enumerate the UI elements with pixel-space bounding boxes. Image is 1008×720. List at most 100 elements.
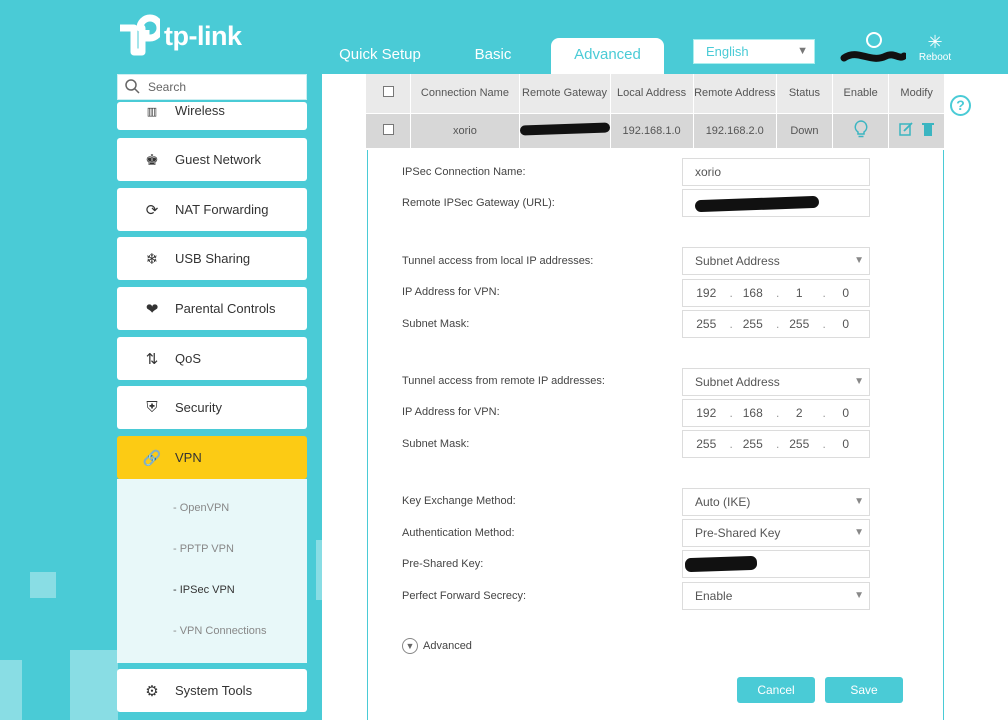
- search-input[interactable]: Search: [117, 74, 307, 100]
- sidebar-item-label: NAT Forwarding: [175, 202, 269, 217]
- row-checkbox[interactable]: [382, 123, 394, 135]
- octet[interactable]: 255: [730, 431, 777, 457]
- column-header: Enable: [831, 74, 889, 113]
- row-select-cell: [366, 112, 411, 148]
- key-exchange-select[interactable]: Auto (IKE) ▼: [682, 488, 870, 516]
- sidebar-item-label: USB Sharing: [175, 251, 251, 266]
- sidebar-item-label: System Tools: [175, 683, 253, 698]
- help-icon[interactable]: ?: [950, 95, 971, 116]
- tp-link-logo-icon: [120, 14, 160, 56]
- remote-mask-input[interactable]: 255. 255. 255. 0: [682, 430, 870, 458]
- octet[interactable]: 255: [730, 311, 777, 337]
- sidebar-item-vpn[interactable]: 🔗 VPN: [117, 436, 307, 479]
- remote-access-value: Subnet Address: [695, 375, 780, 389]
- tab-advanced[interactable]: Advanced: [551, 38, 664, 74]
- ipsec-connection-table: Connection Name Remote Gateway Local Add…: [366, 74, 944, 148]
- cancel-button[interactable]: Cancel: [737, 677, 815, 703]
- column-header: Modify: [888, 74, 944, 113]
- remote-access-label: Tunnel access from remote IP addresses:: [402, 375, 605, 387]
- redaction-mark: [519, 122, 610, 136]
- column-header: Status: [775, 74, 833, 113]
- submenu-ipsec-vpn[interactable]: - IPSec VPN: [173, 584, 235, 596]
- advanced-toggle[interactable]: ▼ Advanced: [402, 638, 472, 654]
- redaction-mark: [694, 195, 820, 213]
- auth-method-select[interactable]: Pre-Shared Key ▼: [682, 519, 870, 547]
- conn-name-value: xorio: [695, 165, 722, 179]
- chevron-down-icon: ▼: [402, 638, 418, 654]
- octet[interactable]: 0: [823, 400, 870, 426]
- save-button[interactable]: Save: [825, 677, 903, 703]
- octet[interactable]: 255: [776, 311, 823, 337]
- octet[interactable]: 0: [823, 280, 870, 306]
- sidebar-item-label: Guest Network: [175, 152, 261, 167]
- submenu-vpn-connections[interactable]: - VPN Connections: [173, 625, 267, 637]
- cell-modify: [888, 112, 944, 148]
- octet[interactable]: 2: [776, 400, 823, 426]
- sidebar-item-wireless[interactable]: ▥ Wireless: [117, 102, 307, 130]
- qos-icon: ⇅: [145, 350, 159, 368]
- select-all-checkbox[interactable]: [382, 85, 394, 97]
- logo-text: tp-link: [164, 20, 242, 51]
- psk-input[interactable]: [682, 550, 870, 578]
- cell-remote-gateway: [518, 112, 611, 148]
- remote-access-select[interactable]: Subnet Address ▼: [682, 368, 870, 396]
- column-header: Connection Name: [410, 74, 520, 113]
- lightbulb-icon[interactable]: [854, 120, 868, 138]
- tab-quick-setup[interactable]: Quick Setup: [330, 38, 430, 74]
- language-value: English: [706, 44, 749, 59]
- sidebar-item-qos[interactable]: ⇅ QoS: [117, 337, 307, 380]
- octet[interactable]: 192: [683, 400, 730, 426]
- octet[interactable]: 192: [683, 280, 730, 306]
- pfs-select[interactable]: Enable ▼: [682, 582, 870, 610]
- octet[interactable]: 255: [776, 431, 823, 457]
- sidebar-item-nat-forwarding[interactable]: ⟳ NAT Forwarding: [117, 188, 307, 231]
- tab-basic[interactable]: Basic: [455, 38, 531, 74]
- sidebar-item-parental-controls[interactable]: ❤ Parental Controls: [117, 287, 307, 330]
- cell-local-address: 192.168.1.0: [609, 112, 694, 148]
- octet[interactable]: 0: [823, 431, 870, 457]
- octet[interactable]: 255: [683, 431, 730, 457]
- octet[interactable]: 168: [730, 400, 777, 426]
- select-all-cell: [366, 74, 411, 113]
- octet[interactable]: 1: [776, 280, 823, 306]
- local-ip-input[interactable]: 192. 168. 1. 0: [682, 279, 870, 307]
- table-header-row: Connection Name Remote Gateway Local Add…: [366, 74, 944, 113]
- conn-name-label: IPSec Connection Name:: [402, 166, 526, 178]
- logout-button[interactable]: [840, 30, 908, 70]
- conn-name-input[interactable]: xorio: [682, 158, 870, 186]
- local-access-select[interactable]: Subnet Address ▼: [682, 247, 870, 275]
- sidebar-item-label: QoS: [175, 351, 202, 366]
- edit-icon[interactable]: [899, 122, 913, 136]
- reboot-button[interactable]: ✳ Reboot: [916, 32, 954, 63]
- column-header: Remote Gateway: [518, 74, 611, 113]
- remote-mask-label: Subnet Mask:: [402, 438, 470, 450]
- key-exchange-label: Key Exchange Method:: [402, 495, 516, 507]
- chevron-down-icon: ▼: [854, 590, 864, 601]
- remote-ip-label: IP Address for VPN:: [402, 406, 500, 418]
- trash-icon[interactable]: [922, 122, 935, 137]
- shield-icon: ⛨: [146, 399, 158, 416]
- local-ip-label: IP Address for VPN:: [402, 286, 500, 298]
- gateway-input[interactable]: [682, 189, 870, 217]
- reboot-icon: ✳: [927, 32, 943, 52]
- chevron-down-icon: ▼: [854, 376, 864, 387]
- redaction-mark: [684, 555, 758, 573]
- submenu-openvpn[interactable]: - OpenVPN: [173, 502, 229, 514]
- remote-ip-input[interactable]: 192. 168. 2. 0: [682, 399, 870, 427]
- octet[interactable]: 168: [730, 280, 777, 306]
- sidebar-item-guest-network[interactable]: ♚ Guest Network: [117, 138, 307, 181]
- language-select[interactable]: English ▼: [693, 39, 815, 64]
- sidebar-item-security[interactable]: ⛨ Security: [117, 386, 307, 429]
- sidebar-item-usb-sharing[interactable]: ❄ USB Sharing: [117, 237, 307, 280]
- chevron-down-icon: ▼: [854, 255, 864, 266]
- chevron-down-icon: ▼: [854, 496, 864, 507]
- octet[interactable]: 255: [683, 311, 730, 337]
- nat-icon: ⟳: [145, 201, 159, 219]
- sidebar-item-system-tools[interactable]: ⚙ System Tools: [117, 669, 307, 712]
- table-row[interactable]: xorio 192.168.1.0 192.168.2.0 Down: [366, 112, 944, 148]
- submenu-pptp-vpn[interactable]: - PPTP VPN: [173, 543, 234, 555]
- local-mask-input[interactable]: 255. 255. 255. 0: [682, 310, 870, 338]
- octet[interactable]: 0: [823, 311, 870, 337]
- auth-method-value: Pre-Shared Key: [695, 526, 781, 540]
- chevron-down-icon: ▼: [854, 527, 864, 538]
